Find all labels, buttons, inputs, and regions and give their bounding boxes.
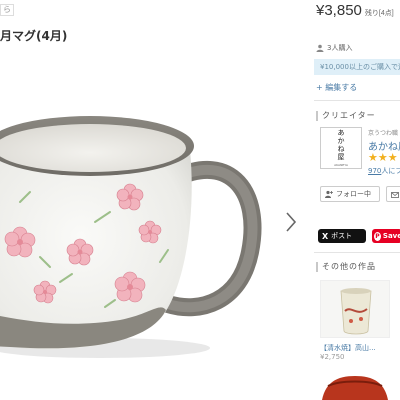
divider [314, 100, 400, 101]
buyers-count: 3人購入 [316, 43, 352, 53]
cup-illustration [340, 288, 372, 335]
creator-heading-text: クリエイター [322, 111, 376, 120]
shop-description: 京うつわ職 [368, 130, 399, 137]
x-post-label: ポスト [331, 232, 353, 240]
section-bar [316, 261, 318, 272]
review-link[interactable]: 970人にフ [368, 166, 400, 176]
pinterest-icon: P [374, 231, 381, 241]
other-work-title[interactable]: 【清水焼】高山... [320, 343, 376, 353]
mug-illustration [0, 116, 262, 358]
shop-logo[interactable]: あかね屋 AKANEYA [320, 127, 362, 169]
divider [314, 252, 400, 253]
shop-logo-sub: AKANEYA [334, 163, 348, 167]
review-suffix: 人にフ [381, 167, 400, 175]
breadcrumb-tag[interactable]: ら [0, 4, 14, 16]
other-work-price: ¥2,750 [320, 353, 345, 361]
free-shipping-banner: ¥10,000以上のご購入で送料 [314, 59, 400, 75]
other-work-thumbnail[interactable] [320, 372, 390, 400]
pinterest-save-label: Save [382, 232, 400, 240]
product-image[interactable] [0, 52, 280, 400]
person-plus-icon [325, 190, 333, 198]
pinterest-save-button[interactable]: P Save [372, 229, 400, 243]
other-works-heading: その他の作品 [316, 261, 376, 272]
follow-label: フォロー中 [336, 190, 371, 198]
mail-icon [391, 192, 399, 198]
price-amount: ¥3,850 [316, 2, 362, 19]
section-bar [316, 110, 318, 121]
product-title: 月マグ(4月) [0, 29, 68, 43]
message-button[interactable] [386, 186, 400, 202]
buyers-text: 3人購入 [327, 44, 353, 52]
other-works-heading-text: その他の作品 [322, 262, 376, 271]
stock-count: 残り[4点] [364, 10, 394, 17]
chevron-right-icon[interactable] [284, 210, 298, 234]
shop-logo-text: あかね屋 [337, 129, 345, 161]
bowl-illustration [322, 376, 388, 400]
creator-heading: クリエイター [316, 110, 376, 121]
x-logo-icon: X [322, 231, 329, 241]
user-icon [316, 44, 324, 52]
edit-link[interactable]: + 編集する [316, 82, 357, 93]
other-work-thumbnail[interactable] [320, 280, 390, 338]
price-block: ¥3,850 残り[4点] [316, 2, 394, 19]
rating-stars: ★★★ [368, 151, 398, 164]
review-count[interactable]: 970 [368, 167, 381, 175]
x-post-button[interactable]: X ポスト [318, 229, 366, 243]
follow-button[interactable]: フォロー中 [320, 186, 380, 202]
